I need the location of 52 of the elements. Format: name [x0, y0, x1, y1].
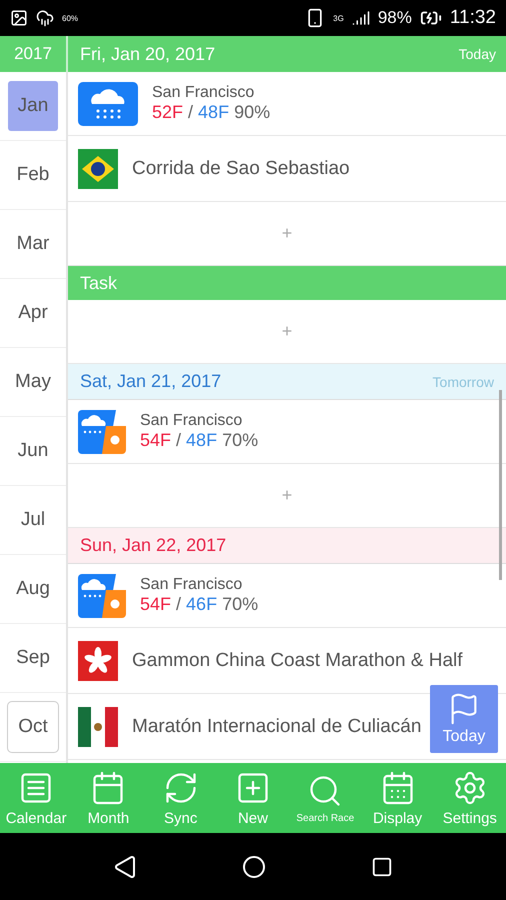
flag-icon [78, 148, 118, 188]
year: 2017 [14, 44, 52, 64]
month-tab[interactable]: Feb [16, 164, 50, 186]
rain-chance: 70% [222, 430, 258, 451]
month-tab[interactable]: May [15, 371, 51, 393]
city-name: San Francisco [140, 412, 244, 430]
flag-icon [78, 706, 118, 746]
today-tag: Today [458, 46, 496, 62]
image-icon [10, 9, 28, 27]
current-date: Fri, Jan 20, 2017 [80, 44, 216, 64]
recents-icon [371, 856, 394, 878]
low-temperature: 46F [186, 594, 218, 615]
rain-chance: 90% [234, 102, 270, 123]
weather-icon [36, 9, 54, 27]
back-icon [112, 854, 137, 878]
month-tab[interactable]: Sep [16, 647, 50, 669]
high-temperature: 54F [140, 430, 172, 451]
race-title: Corrida de Sao Sebastiao [132, 158, 350, 180]
home-icon [242, 854, 266, 878]
month-tab[interactable]: Jul [20, 509, 46, 531]
month-tab[interactable]: Jun [18, 440, 48, 462]
day-tag: Tomorrow [432, 374, 494, 390]
battery-percent: 98% [378, 8, 412, 28]
calendar-icon [7, 701, 59, 753]
city-name: San Francisco [140, 576, 244, 594]
rain-and-sun-icon [78, 410, 126, 454]
separator: / [176, 594, 182, 615]
network-type: 3G [333, 14, 344, 22]
rain-and-sun-icon [78, 574, 126, 618]
high-temperature: 54F [140, 594, 172, 615]
month-tab[interactable]: Apr [18, 302, 48, 324]
day-date: Sun, Jan 22, 2017 [80, 535, 226, 556]
race-title: Gammon China Coast Marathon & Half [132, 650, 463, 672]
race-title: Maratón Internacional de Culiacán [132, 716, 422, 738]
month-tab[interactable]: Aug [16, 578, 50, 600]
month-tab[interactable]: Oct [18, 716, 48, 738]
month-tab[interactable]: Mar [16, 233, 50, 255]
low-temperature: 48F [198, 102, 230, 123]
high-temperature: 52F [152, 102, 184, 123]
signal-icon [352, 9, 370, 27]
flag-icon [78, 640, 118, 680]
low-temperature: 48F [186, 430, 218, 451]
clock: 11:32 [450, 7, 496, 29]
city-name: San Francisco [152, 84, 256, 102]
task-header: Task [68, 266, 506, 300]
weather-percent: 60% [62, 14, 78, 22]
rain-cloud-icon [78, 82, 138, 126]
separator: / [176, 430, 182, 451]
race-item[interactable]: Corrida de Sao Sebastiao [68, 136, 506, 202]
separator: / [188, 102, 194, 123]
day-date: Sat, Jan 21, 2017 [80, 371, 222, 392]
rain-chance: 70% [222, 594, 258, 615]
